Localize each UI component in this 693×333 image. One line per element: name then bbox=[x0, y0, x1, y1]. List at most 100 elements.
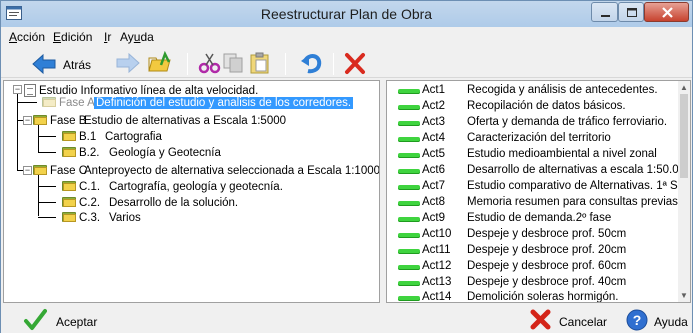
scroll-thumb[interactable] bbox=[680, 94, 688, 178]
paste-icon[interactable] bbox=[248, 51, 274, 77]
activity-desc: Memoria resumen para consultas previas bbox=[467, 196, 678, 208]
menu-edicion-post: dición bbox=[61, 30, 93, 44]
collapse-fase-b-toggle[interactable]: − bbox=[23, 116, 32, 125]
cancel-label: Cancelar bbox=[559, 315, 608, 329]
bottom-bar: Aceptar Cancelar ? Ayuda bbox=[1, 305, 692, 333]
vertical-scrollbar[interactable]: ▲ ▼ bbox=[678, 81, 690, 302]
delete-icon[interactable] bbox=[343, 51, 369, 77]
activity-code: Act4 bbox=[422, 132, 446, 144]
activity-bar-icon bbox=[398, 217, 420, 222]
activity-bar-icon bbox=[398, 233, 420, 238]
activity-bar-icon bbox=[398, 296, 420, 301]
collapse-root-toggle[interactable]: − bbox=[13, 85, 22, 94]
menu-ayuda-post: da bbox=[140, 30, 154, 44]
activity-bar-icon bbox=[398, 121, 420, 126]
tree-item-code: C.1. bbox=[79, 181, 101, 193]
help-button[interactable]: ? Ayuda bbox=[625, 308, 691, 332]
activity-desc: Caracterización del territorio bbox=[467, 132, 611, 144]
menu-accion[interactable]: Acción bbox=[9, 30, 45, 44]
minimize-button[interactable] bbox=[591, 2, 618, 22]
activity-code: Act8 bbox=[422, 196, 446, 208]
menu-ir-post: r bbox=[107, 30, 112, 44]
tree-connector bbox=[38, 202, 56, 203]
activity-code: Act14 bbox=[422, 291, 452, 303]
menu-accion-post: cción bbox=[17, 30, 46, 44]
arrow-right-icon[interactable] bbox=[115, 51, 141, 77]
back-button[interactable]: Atrás bbox=[31, 51, 91, 77]
activity-desc: Recogida y análisis de antecedentes. bbox=[467, 84, 658, 96]
activity-bar-icon bbox=[398, 201, 420, 206]
menu-bar: Acción Edición Ir Ayuda bbox=[1, 27, 692, 47]
tree-item-code: B.1 bbox=[79, 131, 97, 143]
activity-desc: Despeje y desbroce prof. 60cm bbox=[467, 260, 627, 272]
activity-code: Act6 bbox=[422, 164, 446, 176]
folder-icon bbox=[62, 180, 76, 191]
folder-icon bbox=[33, 114, 47, 125]
toolbar-separator bbox=[333, 53, 334, 75]
menu-edicion-hotkey: E bbox=[53, 30, 62, 44]
activity-desc: Estudio comparativo de Alternativas. 1ª … bbox=[467, 180, 690, 192]
tree-item-desc: Definición del estudio y analisis de los… bbox=[94, 97, 354, 109]
structure-tree[interactable]: − Estudio Informativo línea de alta velo… bbox=[3, 80, 380, 303]
help-label: Ayuda bbox=[654, 315, 688, 329]
activity-code: Act3 bbox=[422, 116, 446, 128]
activity-desc: Estudio de demanda.2º fase bbox=[467, 212, 612, 224]
tree-item-b2[interactable]: B.2. Geología y Geotecnía bbox=[79, 145, 379, 163]
activity-desc: Recopilación de datos básicos. bbox=[467, 100, 626, 112]
tree-connector bbox=[17, 102, 37, 103]
cancel-button[interactable]: Cancelar bbox=[529, 308, 609, 332]
tree-connector bbox=[17, 94, 18, 170]
folder-up-icon[interactable] bbox=[147, 51, 173, 77]
tree-item-code: Fase A bbox=[59, 97, 95, 109]
menu-ayuda[interactable]: Ayuda bbox=[120, 30, 154, 44]
activity-code: Act13 bbox=[422, 276, 452, 288]
activity-code: Act7 bbox=[422, 180, 446, 192]
project-document-icon bbox=[24, 84, 36, 97]
cut-icon[interactable] bbox=[197, 51, 223, 77]
activity-code: Act1 bbox=[422, 84, 446, 96]
minimize-icon bbox=[601, 15, 610, 17]
activity-code: Act10 bbox=[422, 228, 452, 240]
accept-label: Aceptar bbox=[56, 315, 98, 329]
tree-item-code: C.2. bbox=[79, 197, 101, 209]
scroll-up-icon[interactable]: ▲ bbox=[680, 83, 688, 92]
maximize-icon bbox=[627, 8, 637, 17]
tree-connector bbox=[38, 217, 56, 218]
scroll-down-icon[interactable]: ▼ bbox=[680, 291, 688, 300]
tree-item-desc: Geología y Geotecnía bbox=[109, 147, 221, 159]
toolbar-separator bbox=[187, 53, 188, 75]
svg-text:?: ? bbox=[633, 312, 642, 328]
maximize-button[interactable] bbox=[618, 2, 644, 22]
tree-item-c3[interactable]: C.3. Varios bbox=[79, 210, 379, 228]
folder-icon bbox=[62, 130, 76, 141]
toolbar: Atrás bbox=[1, 48, 692, 78]
tree-connector bbox=[38, 175, 39, 216]
folder-icon bbox=[42, 96, 56, 107]
tree-connector bbox=[38, 136, 56, 137]
undo-icon[interactable] bbox=[299, 51, 325, 77]
folder-icon bbox=[33, 164, 47, 175]
activity-bar-icon bbox=[398, 169, 420, 174]
activity-bar-icon bbox=[398, 105, 420, 110]
activity-bar-icon bbox=[398, 185, 420, 190]
tree-item-code: C.3. bbox=[79, 212, 101, 224]
menu-edicion[interactable]: Edición bbox=[53, 30, 92, 44]
activity-list[interactable]: Act1 Recogida y análisis de antecedentes.… bbox=[386, 80, 691, 303]
menu-ir[interactable]: Ir bbox=[104, 30, 111, 44]
tree-connector bbox=[38, 152, 56, 153]
tree-item-fase-a[interactable]: Fase A Definición del estudio y analisis… bbox=[59, 95, 379, 113]
tree-connector bbox=[38, 125, 39, 152]
window-title: Reestructurar Plan de Obra bbox=[260, 6, 433, 22]
activity-desc: Despeje y desbroce prof. 40cm bbox=[467, 276, 627, 288]
help-icon: ? bbox=[626, 309, 648, 331]
activity-desc: Oferta y demanda de tráfico ferroviario. bbox=[467, 116, 668, 128]
activity-bar-icon bbox=[398, 265, 420, 270]
title-bar[interactable]: Reestructurar Plan de Obra bbox=[1, 1, 692, 27]
activity-desc: Desarrollo de alternativas a escala 1:50… bbox=[467, 164, 691, 176]
tree-item-desc: Cartografía, geología y geotecnía. bbox=[109, 181, 283, 193]
collapse-fase-c-toggle[interactable]: − bbox=[23, 166, 32, 175]
copy-icon[interactable] bbox=[221, 51, 247, 77]
accept-button[interactable]: Aceptar bbox=[23, 308, 103, 332]
close-button[interactable] bbox=[644, 2, 689, 22]
folder-icon bbox=[62, 146, 76, 157]
